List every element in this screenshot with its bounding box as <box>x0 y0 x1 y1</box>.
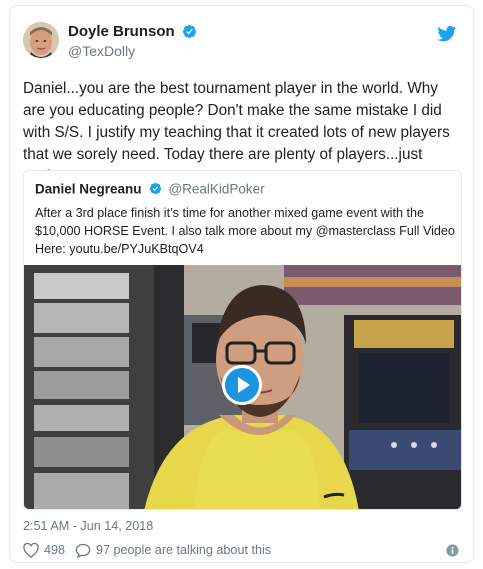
heart-icon[interactable] <box>23 543 39 558</box>
twitter-bird-icon[interactable] <box>437 26 457 42</box>
quoted-tweet-header: Daniel Negreanu @RealKidPoker <box>35 180 265 198</box>
avatar-image <box>23 22 59 58</box>
tweet-header: Doyle Brunson @TexDolly <box>23 22 459 62</box>
author-handle[interactable]: @TexDolly <box>68 43 197 59</box>
verified-badge-icon <box>149 183 162 195</box>
speech-bubble-icon[interactable] <box>75 543 91 558</box>
author-name[interactable]: Doyle Brunson <box>68 23 175 40</box>
verified-badge-icon <box>183 25 197 39</box>
embedded-tweet-card: Doyle Brunson @TexDolly Daniel...you are… <box>9 5 474 563</box>
avatar[interactable] <box>23 22 59 58</box>
tweet-actions: 498 97 people are talking about this <box>23 542 459 560</box>
quoted-author-name: Daniel Negreanu <box>35 181 142 197</box>
quoted-tweet-text: After a 3rd place finish it’s time for a… <box>35 206 455 256</box>
quoted-tweet[interactable]: Daniel Negreanu @RealKidPoker After a 3r… <box>23 170 462 510</box>
play-button[interactable] <box>222 365 262 405</box>
info-icon[interactable] <box>446 544 459 557</box>
like-count[interactable]: 498 <box>44 543 65 557</box>
play-button-circle <box>225 368 259 402</box>
conversation-link[interactable]: 97 people are talking about this <box>96 543 271 557</box>
video-thumbnail[interactable] <box>24 265 461 509</box>
play-icon <box>238 377 250 393</box>
quoted-author-handle: @RealKidPoker <box>168 181 265 197</box>
tweet-timestamp[interactable]: 2:51 AM - Jun 14, 2018 <box>23 519 153 533</box>
